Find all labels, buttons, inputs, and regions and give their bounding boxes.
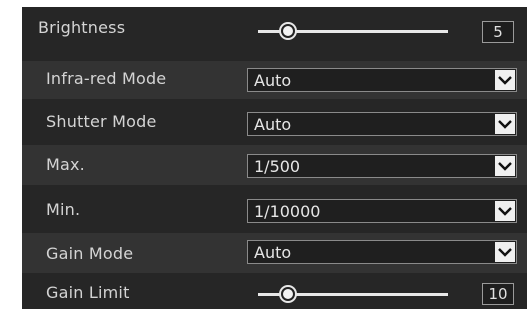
infrared-mode-row: Infra-red Mode Auto <box>22 61 527 99</box>
gain-limit-slider-handle[interactable] <box>280 287 295 301</box>
shutter-mode-select[interactable]: Auto <box>247 112 517 136</box>
gain-limit-value[interactable]: 10 <box>482 283 514 305</box>
infrared-mode-value: Auto <box>254 71 292 90</box>
gain-limit-row: Gain Limit 10 <box>22 275 527 309</box>
gain-limit-slider[interactable] <box>258 287 448 301</box>
brightness-label: Brightness <box>38 18 126 37</box>
gain-mode-value: Auto <box>254 243 292 262</box>
gain-mode-row: Gain Mode Auto <box>22 233 527 273</box>
max-label: Max. <box>46 155 85 174</box>
min-row: Min. 1/10000 <box>22 189 527 227</box>
brightness-value[interactable]: 5 <box>482 21 514 43</box>
brightness-slider[interactable] <box>258 24 448 38</box>
gain-limit-label: Gain Limit <box>46 283 130 302</box>
gain-mode-label: Gain Mode <box>46 244 134 263</box>
shutter-mode-row: Shutter Mode Auto <box>22 103 527 141</box>
gain-mode-select[interactable]: Auto <box>247 240 517 264</box>
infrared-mode-label: Infra-red Mode <box>46 69 167 88</box>
shutter-mode-label: Shutter Mode <box>46 112 157 131</box>
chevron-down-icon[interactable] <box>495 114 515 134</box>
max-row: Max. 1/500 <box>22 145 527 185</box>
shutter-mode-value: Auto <box>254 115 292 134</box>
chevron-down-icon[interactable] <box>495 201 515 221</box>
image-settings-panel: Brightness 5 Infra-red Mode Auto Shutter… <box>22 7 527 309</box>
max-select[interactable]: 1/500 <box>247 154 517 178</box>
brightness-slider-handle[interactable] <box>280 24 295 38</box>
infrared-mode-select[interactable]: Auto <box>247 68 517 92</box>
min-value: 1/10000 <box>254 202 321 221</box>
chevron-down-icon[interactable] <box>495 70 515 90</box>
brightness-row: Brightness 5 <box>22 7 527 49</box>
chevron-down-icon[interactable] <box>495 242 515 262</box>
min-label: Min. <box>46 200 81 219</box>
min-select[interactable]: 1/10000 <box>247 199 517 223</box>
chevron-down-icon[interactable] <box>495 156 515 176</box>
max-value: 1/500 <box>254 157 301 176</box>
